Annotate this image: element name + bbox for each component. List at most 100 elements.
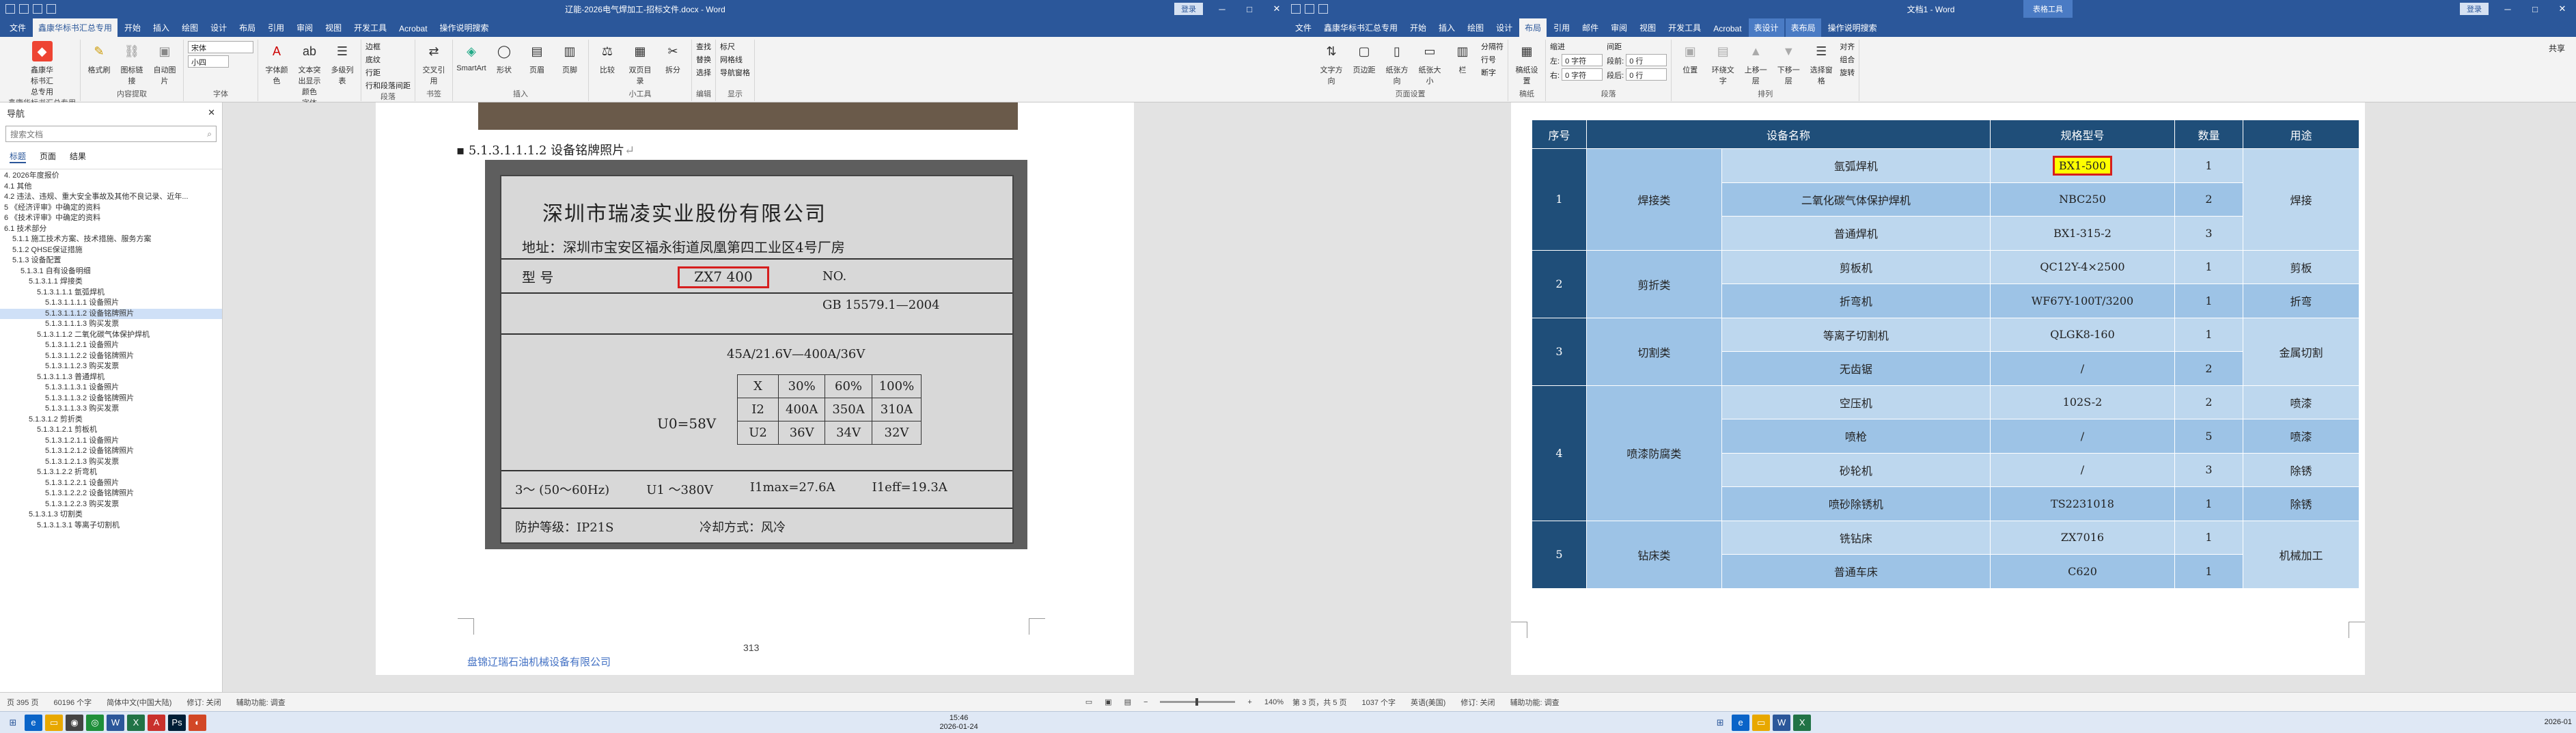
auto-image-button[interactable]: ▣ 自动图片 [150,41,179,86]
space-after-input[interactable]: 0 行 [1626,68,1667,81]
close-icon[interactable]: ✕ [208,107,215,118]
replace-button[interactable]: 替换 [696,54,711,65]
equipment-name-cell[interactable]: 无齿锯 [1721,351,1991,386]
nav-item[interactable]: 5.1.3.1.2.2.1 设备照片 [0,478,222,489]
nav-item[interactable]: 5.1.3.1.3 切割类 [0,510,222,521]
tab-4[interactable]: 绘图 [176,18,204,37]
share-button[interactable]: 共享 [2542,40,2572,102]
nav-item[interactable]: 5.1.3.1.2.2 折弯机 [0,467,222,478]
selection-pane-button[interactable]: ☰ 选择窗格 [1807,41,1836,86]
quantity-cell[interactable]: 1 [2174,486,2243,521]
model-cell[interactable]: BX1-315-2 [1990,216,2175,251]
acrobat-icon[interactable]: A [148,714,165,731]
xkh-button[interactable]: ◆ 鑫康华标书汇总专用 [28,41,57,97]
equipment-name-cell[interactable]: 折弯机 [1721,283,1991,318]
split-button[interactable]: ✂ 拆分 [659,41,687,75]
close-icon[interactable]: ✕ [2554,3,2571,14]
equipment-name-cell[interactable]: 喷砂除锈机 [1721,486,1991,521]
nav-item[interactable]: 5.1.3.1.1.3.3 购买发票 [0,404,222,415]
close-icon[interactable]: ✕ [1269,3,1285,14]
nav-tab-headings[interactable]: 标题 [10,150,27,163]
orientation-button[interactable]: ▯ 纸张方向 [1383,41,1411,86]
font-size-select[interactable]: 小四 [188,55,229,68]
redo-icon[interactable] [33,4,42,14]
login-button[interactable]: 登录 [2460,3,2489,15]
position-button[interactable]: ▣ 位置 [1676,41,1704,75]
tab-15[interactable]: 操作说明搜索 [1823,18,1883,37]
nav-item[interactable]: 5.1.3.1.2.2.3 购买发票 [0,499,222,510]
nav-item[interactable]: 5 《经济评审》中确定的资料 [0,203,222,214]
borders-button[interactable]: 边框 [365,41,411,52]
table-row[interactable]: 5 钻床类 铣钻床 ZX7016 1 机械加工 [1532,520,2359,589]
footer-button[interactable]: ▥ 页脚 [555,41,584,75]
status-accessibility[interactable]: 辅助功能: 调查 [236,697,286,708]
equipment-name-cell[interactable]: 氩弧焊机 [1721,148,1991,183]
tab-8[interactable]: 审阅 [291,18,318,37]
breaks-button[interactable]: 分隔符 [1481,41,1504,52]
format-painter-button[interactable]: ✎ 格式刷 [85,41,113,75]
purpose-cell[interactable]: 除锈 [2243,486,2359,521]
tab-13[interactable]: 表设计 [1748,18,1784,37]
compare-button[interactable]: ⚖ 比较 [593,41,622,75]
maximize-icon[interactable]: □ [2527,4,2543,14]
quantity-cell[interactable]: 3 [2174,216,2243,251]
columns-button[interactable]: ▥ 栏 [1448,41,1477,75]
model-cell[interactable]: 102S-2 [1990,385,2175,419]
nav-item[interactable]: 5.1.3.1.2.1.3 购买发票 [0,457,222,468]
word-icon[interactable]: W [1773,714,1791,731]
nav-item[interactable]: 5.1.3.1.1.2 二氧化碳气体保护焊机 [0,330,222,341]
tab-0[interactable]: 文件 [4,18,31,37]
multilevel-list-button[interactable]: ☰ 多级列表 [328,41,357,86]
table-row[interactable]: 4 喷漆防腐类 空压机 102S-2 2 喷漆 [1532,385,2359,521]
purpose-cell[interactable]: 折弯 [2243,283,2359,318]
folder-icon[interactable]: ▭ [45,714,63,731]
equipment-name-cell[interactable]: 等离子切割机 [1721,317,1991,352]
model-cell[interactable]: WF67Y-100T/3200 [1990,283,2175,318]
header-button[interactable]: ▤ 页眉 [523,41,551,75]
table-row[interactable]: 2 剪折类 剪板机 QC12Y-4×2500 1 剪板 [1532,249,2359,318]
excel-icon[interactable]: X [127,714,145,731]
margins-button[interactable]: ▢ 页边距 [1350,41,1379,75]
nav-search-input[interactable]: 搜索文档 ⌕ [5,126,217,142]
indent-right-input[interactable]: 0 字符 [1562,68,1603,81]
tab-0[interactable]: 文件 [1290,18,1317,37]
shapes-button[interactable]: ◯ 形状 [490,41,518,75]
folder-icon[interactable]: ▭ [1752,714,1771,731]
equipment-name-cell[interactable]: 二氧化碳气体保护焊机 [1721,182,1991,217]
quantity-cell[interactable]: 1 [2174,317,2243,352]
app-icon[interactable]: ◐ [189,714,206,731]
font-name-select[interactable]: 宋体 [188,41,253,53]
nav-item[interactable]: 5.1.3 设备配置 [0,255,222,266]
tab-3[interactable]: 插入 [1433,18,1460,37]
tab-8[interactable]: 邮件 [1577,18,1604,37]
status-language[interactable]: 简体中文(中国大陆) [107,697,171,708]
purpose-cell[interactable]: 焊接 [2243,148,2359,251]
nav-item[interactable]: 5.1.3.1.1.3 普通焊机 [0,372,222,383]
wrap-text-button[interactable]: ▤ 环绕文字 [1708,41,1737,86]
draft-settings-button[interactable]: ▦ 稿纸设置 [1512,41,1541,86]
quantity-cell[interactable]: 2 [2174,182,2243,217]
font-color-button[interactable]: A 字体颜色 [262,41,291,86]
equipment-table[interactable]: 序号 设备名称 规格型号 数量 用途 1 焊接类 氩弧焊机 BX1-500 1 焊接 二氧化碳气体保… [1532,120,2359,589]
tab-7[interactable]: 引用 [1548,18,1575,37]
maximize-icon[interactable]: □ [1241,4,1258,14]
tab-7[interactable]: 引用 [262,18,290,37]
tab-6[interactable]: 布局 [234,18,261,37]
zoom-slider[interactable] [1160,698,1236,706]
purpose-cell[interactable]: 剪板 [2243,249,2359,284]
line-spacing-button[interactable]: 行距 [365,67,411,78]
nav-item[interactable]: 4.1 其他 [0,182,222,193]
hyphenation-button[interactable]: 断字 [1481,67,1504,78]
nav-item[interactable]: 5.1.3.1.1.2.3 购买发票 [0,361,222,372]
highlighted-model[interactable]: BX1-500 [2052,155,2113,176]
group-button[interactable]: 组合 [1840,54,1855,65]
shading-button[interactable]: 底纹 [365,54,411,65]
status-page[interactable]: 第 3 页，共 5 页 [1292,697,1346,708]
purpose-cell[interactable]: 喷漆 [2243,385,2359,419]
nav-item[interactable]: 5.1.3.1.1.1.2 设备铭牌照片 [0,308,222,319]
equipment-name-cell[interactable]: 喷枪 [1721,419,1991,454]
para-spacing-button[interactable]: 行和段落间距 [365,80,411,91]
nav-item[interactable]: 5.1.2 QHSE保证措施 [0,245,222,256]
start-icon[interactable]: ⊞ [1711,715,1729,731]
quantity-cell[interactable]: 1 [2174,249,2243,284]
